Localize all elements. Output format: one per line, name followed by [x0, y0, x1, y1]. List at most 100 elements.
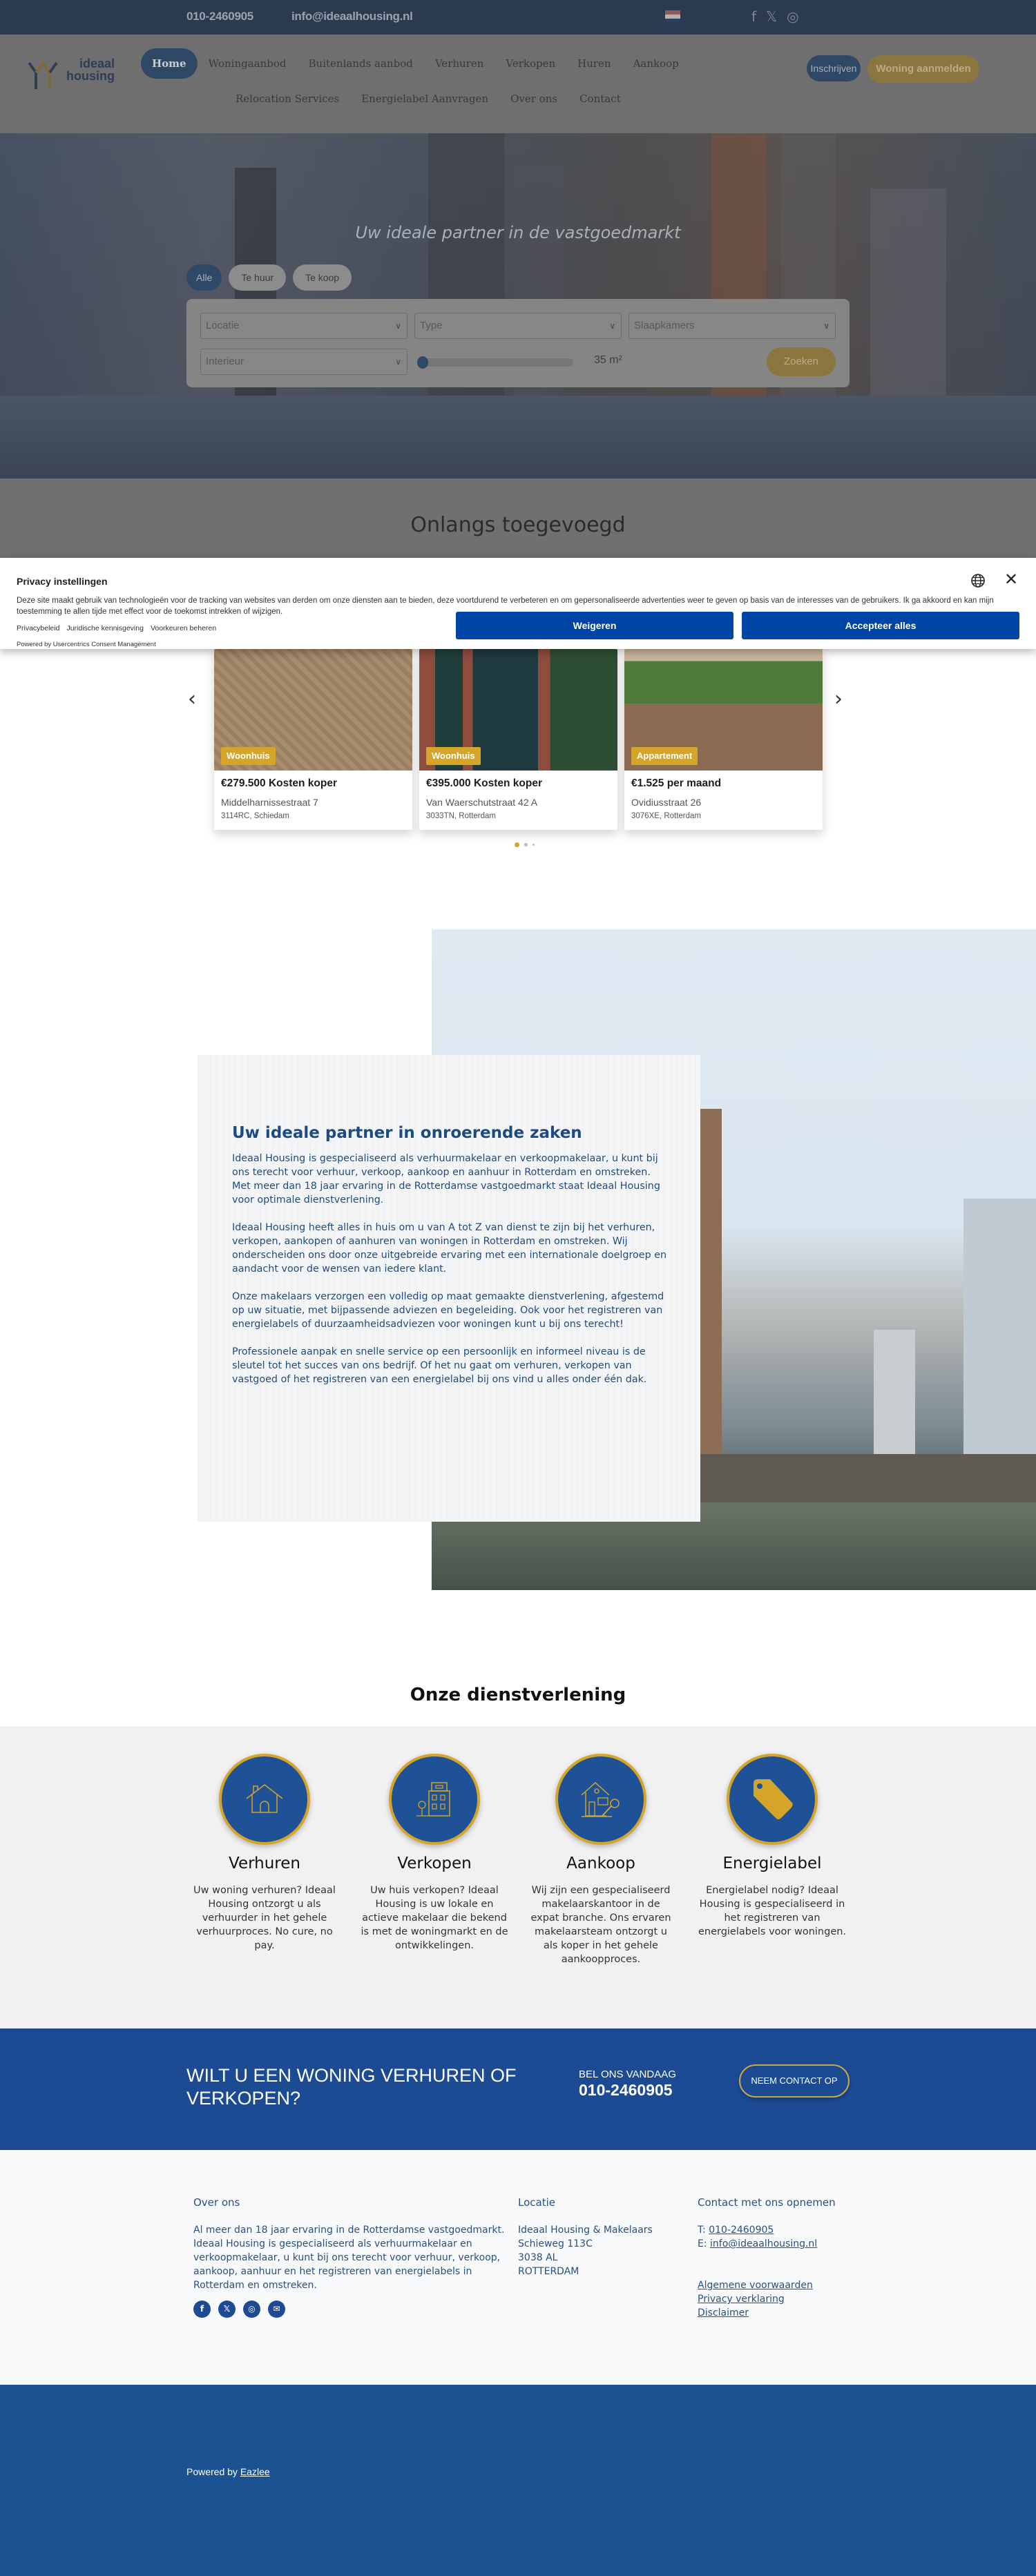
services-title: Onze dienstverlening [410, 1685, 626, 1705]
main-nav: Home Woningaanbod Buitenlands aanbod Ver… [141, 48, 690, 79]
listing-type-tabs: Alle Te huur Te koop [186, 264, 352, 291]
recent-section-header: Onlangs toegevoegd [0, 478, 1036, 558]
manage-preferences-link[interactable]: Voorkeuren beheren [151, 624, 216, 632]
carousel-dot-2[interactable] [524, 843, 528, 846]
carousel-pagination [515, 842, 535, 847]
footer-about: Over ons Al meer dan 18 jaar ervaring in… [193, 2196, 511, 2318]
consent-powered-by: Powered by Usercentrics Consent Manageme… [17, 641, 156, 648]
listings-carousel: ‹ › Woonhuis €279.500 Kosten koper Midde… [0, 649, 1036, 856]
eazlee-link[interactable]: Eazlee [240, 2466, 270, 2477]
footer-social-links: f 𝕏 ◎ ✉ [193, 2301, 511, 2318]
service-energielabel[interactable]: Energielabel Energielabel nodig? Ideaal … [693, 1754, 852, 1939]
legal-notice-link[interactable]: Juridische kennisgeving [66, 624, 143, 632]
service-verhuren[interactable]: Verhuren Uw woning verhuren? Ideaal Hous… [185, 1754, 344, 1953]
register-button[interactable]: Inschrijven [807, 55, 861, 81]
tab-te-huur[interactable]: Te huur [229, 264, 287, 291]
cta-phone[interactable]: 010-2460905 [579, 2081, 673, 2100]
close-icon[interactable]: ✕ [1004, 570, 1018, 588]
interior-select-label: Interieur [206, 356, 244, 367]
listing-card[interactable]: Woonhuis €395.000 Kosten koper Van Waers… [419, 649, 617, 830]
nav-home[interactable]: Home [141, 48, 198, 79]
interior-select[interactable]: Interieur ∨ [200, 349, 407, 375]
nav-buitenlands-aanbod[interactable]: Buitenlands aanbod [298, 48, 424, 79]
footer: Over ons Al meer dan 18 jaar ervaring in… [0, 2150, 1036, 2385]
cta-call-label: BEL ONS VANDAAG [579, 2069, 676, 2080]
nav-energielabel-aanvragen[interactable]: Energielabel Aanvragen [350, 88, 499, 109]
privacy-policy-link[interactable]: Privacybeleid [17, 624, 59, 632]
dutch-flag-icon[interactable] [665, 10, 680, 23]
carousel-dot-1[interactable] [515, 842, 519, 847]
service-name: Energielabel [722, 1854, 822, 1872]
language-globe-icon[interactable] [970, 573, 986, 588]
listing-type-badge: Woonhuis [426, 747, 481, 765]
disclaimer-link[interactable]: Disclaimer [698, 2307, 749, 2318]
deny-button[interactable]: Weigeren [456, 612, 733, 639]
footer-location: Locatie Ideaal Housing & Makelaars Schie… [518, 2196, 684, 2278]
address-line: Schieweg 113C [518, 2238, 593, 2249]
tab-te-koop[interactable]: Te koop [293, 264, 352, 291]
facebook-icon[interactable]: f [193, 2301, 211, 2318]
accept-all-button[interactable]: Accepteer alles [742, 612, 1019, 639]
nav-verhuren[interactable]: Verhuren [424, 48, 495, 79]
logo-line-1: ideaal [79, 57, 115, 70]
carousel-prev-icon[interactable]: ‹ [188, 687, 196, 711]
privacy-consent-banner: Privacy instellingen ✕ Deze site maakt g… [0, 558, 1036, 649]
x-icon[interactable]: 𝕏 [766, 8, 777, 25]
service-description: Uw huis verkopen? Ideaal Housing is uw l… [361, 1885, 508, 1951]
house-icon [246, 1784, 283, 1813]
nav-over-ons[interactable]: Over ons [499, 88, 568, 109]
listing-street: Van Waerschutstraat 42 A [426, 797, 538, 808]
chevron-down-icon: ∨ [395, 357, 401, 367]
service-name: Verhuren [229, 1854, 300, 1872]
contact-button[interactable]: NEEM CONTACT OP [739, 2064, 850, 2098]
footer-email-row: E: info@ideaalhousing.nl [698, 2237, 836, 2251]
list-property-button[interactable]: Woning aanmelden [867, 55, 979, 83]
carousel-next-icon[interactable]: › [834, 687, 843, 711]
search-button[interactable]: Zoeken [767, 347, 836, 376]
building-icon [416, 1782, 450, 1817]
search-form: Locatie ∨ Type ∨ Slaapkamers ∨ Interieur… [186, 299, 850, 387]
email-icon[interactable]: ✉ [268, 2301, 285, 2318]
instagram-icon[interactable]: ◎ [243, 2301, 260, 2318]
location-select[interactable]: Locatie ∨ [200, 313, 407, 339]
service-description: Energielabel nodig? Ideaal Housing is ge… [698, 1885, 847, 1937]
tag-icon [754, 1779, 793, 1819]
area-slider-value: 35 m² [594, 354, 622, 366]
service-verkopen[interactable]: Verkopen Uw huis verkopen? Ideaal Housin… [355, 1754, 514, 1953]
bedrooms-select-label: Slaapkamers [634, 320, 695, 331]
area-slider-track[interactable] [421, 358, 573, 367]
area-slider-handle[interactable] [417, 356, 428, 369]
nav-contact[interactable]: Contact [568, 88, 632, 109]
service-icon-circle [727, 1754, 818, 1845]
footer-email-link[interactable]: info@ideaalhousing.nl [710, 2238, 817, 2249]
service-icon-circle [389, 1754, 480, 1845]
top-email-link[interactable]: info@ideaalhousing.nl [291, 10, 413, 23]
listing-card[interactable]: Woonhuis €279.500 Kosten koper Middelhar… [214, 649, 412, 830]
footer-about-text: Al meer dan 18 jaar ervaring in de Rotte… [193, 2225, 505, 2291]
nav-relocation-services[interactable]: Relocation Services [224, 88, 350, 109]
service-aankoop[interactable]: Aankoop Wij zijn een gespecialiseerd mak… [521, 1754, 680, 1966]
tab-alle[interactable]: Alle [186, 264, 222, 291]
footer-phone-link[interactable]: 010-2460905 [709, 2225, 774, 2236]
bedrooms-select[interactable]: Slaapkamers ∨ [629, 313, 836, 339]
logo[interactable]: ideaal housing [26, 57, 116, 92]
address-line: Ideaal Housing & Makelaars [518, 2225, 653, 2236]
listing-city: 3076XE, Rotterdam [631, 812, 702, 820]
facebook-icon[interactable]: f [751, 8, 756, 25]
instagram-icon[interactable]: ◎ [787, 8, 798, 25]
listing-street: Middelharnissestraat 7 [221, 797, 318, 808]
x-icon[interactable]: 𝕏 [218, 2301, 236, 2318]
nav-woningaanbod[interactable]: Woningaanbod [198, 48, 298, 79]
hero-background-water [0, 396, 1036, 478]
nav-verkopen[interactable]: Verkopen [495, 48, 566, 79]
carousel-dot-3[interactable] [533, 844, 535, 846]
nav-aankoop[interactable]: Aankoop [622, 48, 690, 79]
type-select[interactable]: Type ∨ [414, 313, 622, 339]
privacy-statement-link[interactable]: Privacy verklaring [698, 2294, 785, 2305]
terms-link[interactable]: Algemene voorwaarden [698, 2280, 813, 2291]
about-title: Uw ideale partner in onroerende zaken [232, 1124, 582, 1142]
listing-card[interactable]: Appartement €1.525 per maand Ovidiusstra… [624, 649, 823, 830]
nav-huren[interactable]: Huren [566, 48, 622, 79]
house-key-icon [581, 1781, 620, 1817]
top-phone-link[interactable]: 010-2460905 [186, 10, 253, 23]
